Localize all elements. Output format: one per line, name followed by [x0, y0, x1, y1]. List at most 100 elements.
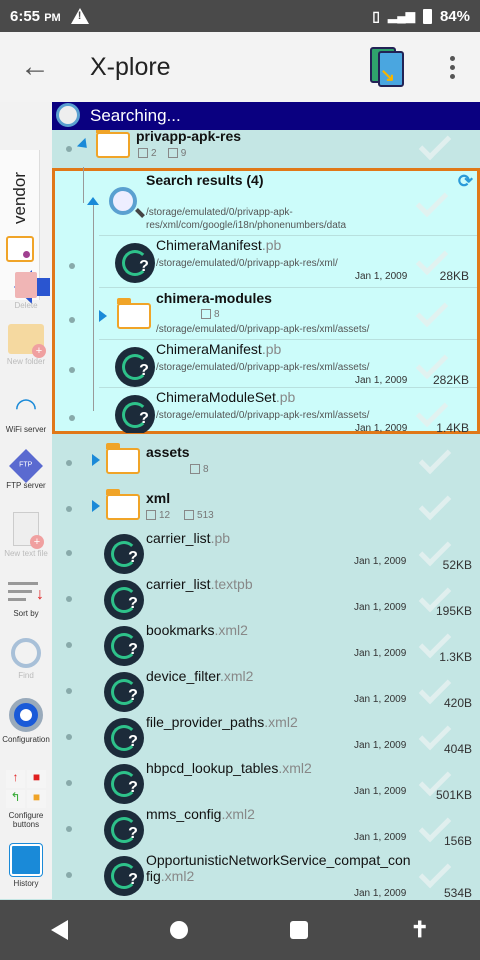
- app-bar: ← X-plore ↘: [0, 32, 480, 102]
- sort-by-button[interactable]: ↓ Sort by: [0, 580, 52, 618]
- select-check-icon[interactable]: [418, 127, 452, 161]
- wifi-icon: ◠: [14, 392, 38, 422]
- back-arrow-icon[interactable]: ←: [0, 32, 70, 102]
- expanded-arrow-icon[interactable]: [76, 137, 92, 153]
- file-type-icon: [104, 718, 144, 758]
- search-result-item[interactable]: ChimeraManifest.pb /storage/emulated/0/p…: [55, 237, 477, 289]
- find-button[interactable]: Find: [0, 638, 52, 680]
- new-folder-label: New folder: [6, 357, 46, 366]
- file-type-icon: [104, 810, 144, 850]
- search-progress-icon: [56, 103, 80, 127]
- history-button[interactable]: History: [0, 844, 52, 888]
- file-type-icon: [104, 534, 144, 574]
- file-size: 195KB: [435, 604, 472, 618]
- item-dot: [66, 734, 72, 740]
- file-name: ChimeraModuleSet.pb: [156, 389, 296, 405]
- find-label: Find: [18, 671, 34, 680]
- file-date: Jan 1, 2009: [355, 271, 408, 282]
- list-item[interactable]: device_filter.xml2 Jan 1, 2009 420B: [52, 668, 480, 714]
- refresh-icon[interactable]: ⟳: [458, 171, 473, 192]
- left-toolbar: vendor Delete + New folder ◠ WiFi server…: [0, 102, 52, 899]
- file-size: 501KB: [435, 788, 472, 802]
- delete-button[interactable]: Delete: [0, 272, 52, 310]
- nav-back-icon[interactable]: [51, 920, 69, 940]
- ftp-icon: FTP: [9, 449, 43, 483]
- expanded-arrow-icon[interactable]: [87, 197, 99, 205]
- file-name: file_provider_paths.xml2: [146, 714, 298, 730]
- new-text-file-button[interactable]: + New text file: [0, 512, 52, 558]
- file-date: Jan 1, 2009: [354, 556, 407, 567]
- file-path: /storage/emulated/0/privapp-apk-res/xml/…: [156, 410, 370, 421]
- list-item[interactable]: bookmarks.xml2 Jan 1, 2009 1.3KB: [52, 622, 480, 668]
- item-dot: [66, 780, 72, 786]
- new-folder-button[interactable]: + New folder: [0, 324, 52, 366]
- list-item[interactable]: OpportunisticNetworkService_compat_confi…: [52, 852, 480, 899]
- file-date: Jan 1, 2009: [354, 832, 407, 843]
- item-dot: [66, 460, 72, 466]
- sd-card-icon: [6, 236, 34, 262]
- file-name: ChimeraManifest.pb: [156, 341, 282, 357]
- ftp-server-button[interactable]: FTP FTP server: [0, 449, 52, 490]
- nav-recents-icon[interactable]: [290, 921, 309, 939]
- folder-meta: 8: [190, 464, 209, 475]
- app-manager-icon[interactable]: ↘: [366, 45, 406, 89]
- list-item-xml[interactable]: xml 12 513: [52, 484, 480, 530]
- list-item-privapp-apk-res[interactable]: privapp-apk-res 2 9: [52, 127, 480, 168]
- delete-label: Delete: [14, 301, 38, 310]
- configuration-label: Configuration: [2, 735, 50, 744]
- file-list[interactable]: Searching... privapp-apk-res 2 9 Search …: [52, 102, 480, 899]
- accessibility-icon[interactable]: ✝: [410, 917, 428, 943]
- folder-meta: 2 9: [138, 148, 186, 159]
- vibrate-icon: ▯: [372, 7, 380, 24]
- wifi-server-button[interactable]: ◠ WiFi server: [0, 392, 52, 434]
- list-item[interactable]: carrier_list.pb Jan 1, 2009 52KB: [52, 530, 480, 576]
- search-results-panel: Search results (4) ⟳ /storage/emulated/0…: [52, 167, 480, 434]
- file-name: hbpcd_lookup_tables.xml2: [146, 760, 312, 776]
- folder-name: privapp-apk-res: [136, 128, 242, 144]
- battery-percent: 84%: [439, 7, 470, 25]
- select-check-icon[interactable]: [418, 441, 452, 475]
- configure-buttons-button[interactable]: ↑ ■ ↰ ■ Configure buttons: [0, 770, 52, 829]
- folder-name: chimera-modules: [156, 290, 272, 306]
- configuration-button[interactable]: Configuration: [0, 698, 52, 744]
- list-item[interactable]: mms_config.xml2 Jan 1, 2009 156B: [52, 806, 480, 852]
- warning-icon: [70, 8, 89, 24]
- file-type-icon: [104, 672, 144, 712]
- search-result-item[interactable]: ChimeraManifest.pb /storage/emulated/0/p…: [55, 341, 477, 393]
- list-item-assets[interactable]: assets 8: [52, 438, 480, 484]
- wifi-server-label: WiFi server: [5, 425, 47, 434]
- collapsed-arrow-icon[interactable]: [99, 310, 107, 322]
- nav-home-icon[interactable]: [170, 921, 189, 939]
- search-result-item[interactable]: chimera-modules 8 /storage/emulated/0/pr…: [55, 287, 477, 339]
- select-check-icon[interactable]: [418, 855, 452, 889]
- folder-icon: [106, 489, 140, 520]
- file-date: Jan 1, 2009: [354, 786, 407, 797]
- folder-icon: [117, 298, 151, 329]
- status-time: 6:55 PM: [10, 7, 61, 25]
- item-dot: [66, 642, 72, 648]
- app-title: X-plore: [90, 52, 171, 81]
- search-result-item[interactable]: ChimeraModuleSet.pb /storage/emulated/0/…: [55, 389, 477, 433]
- collapsed-arrow-icon[interactable]: [92, 454, 100, 466]
- select-check-icon[interactable]: [415, 184, 449, 218]
- more-options-icon[interactable]: [434, 45, 470, 89]
- file-name: bookmarks.xml2: [146, 622, 248, 638]
- item-dot: [69, 367, 75, 373]
- list-item[interactable]: carrier_list.textpb Jan 1, 2009 195KB: [52, 576, 480, 622]
- select-check-icon[interactable]: [418, 487, 452, 521]
- item-dot: [66, 872, 72, 878]
- system-nav-bar: ✝: [0, 900, 480, 960]
- file-type-icon: [115, 243, 155, 283]
- magnifier-icon: [11, 638, 41, 668]
- folder-meta: 12 513: [146, 510, 214, 521]
- select-check-icon[interactable]: [415, 294, 449, 328]
- collapsed-arrow-icon[interactable]: [92, 500, 100, 512]
- trash-icon: [15, 272, 37, 298]
- file-type-icon: [115, 395, 155, 433]
- sort-by-label: Sort by: [13, 609, 39, 618]
- search-results-title: Search results (4): [146, 172, 264, 188]
- file-type-icon: [104, 580, 144, 620]
- list-item[interactable]: hbpcd_lookup_tables.xml2 Jan 1, 2009 501KB: [52, 760, 480, 806]
- list-item[interactable]: file_provider_paths.xml2 Jan 1, 2009 404B: [52, 714, 480, 760]
- file-name: carrier_list.pb: [146, 530, 231, 546]
